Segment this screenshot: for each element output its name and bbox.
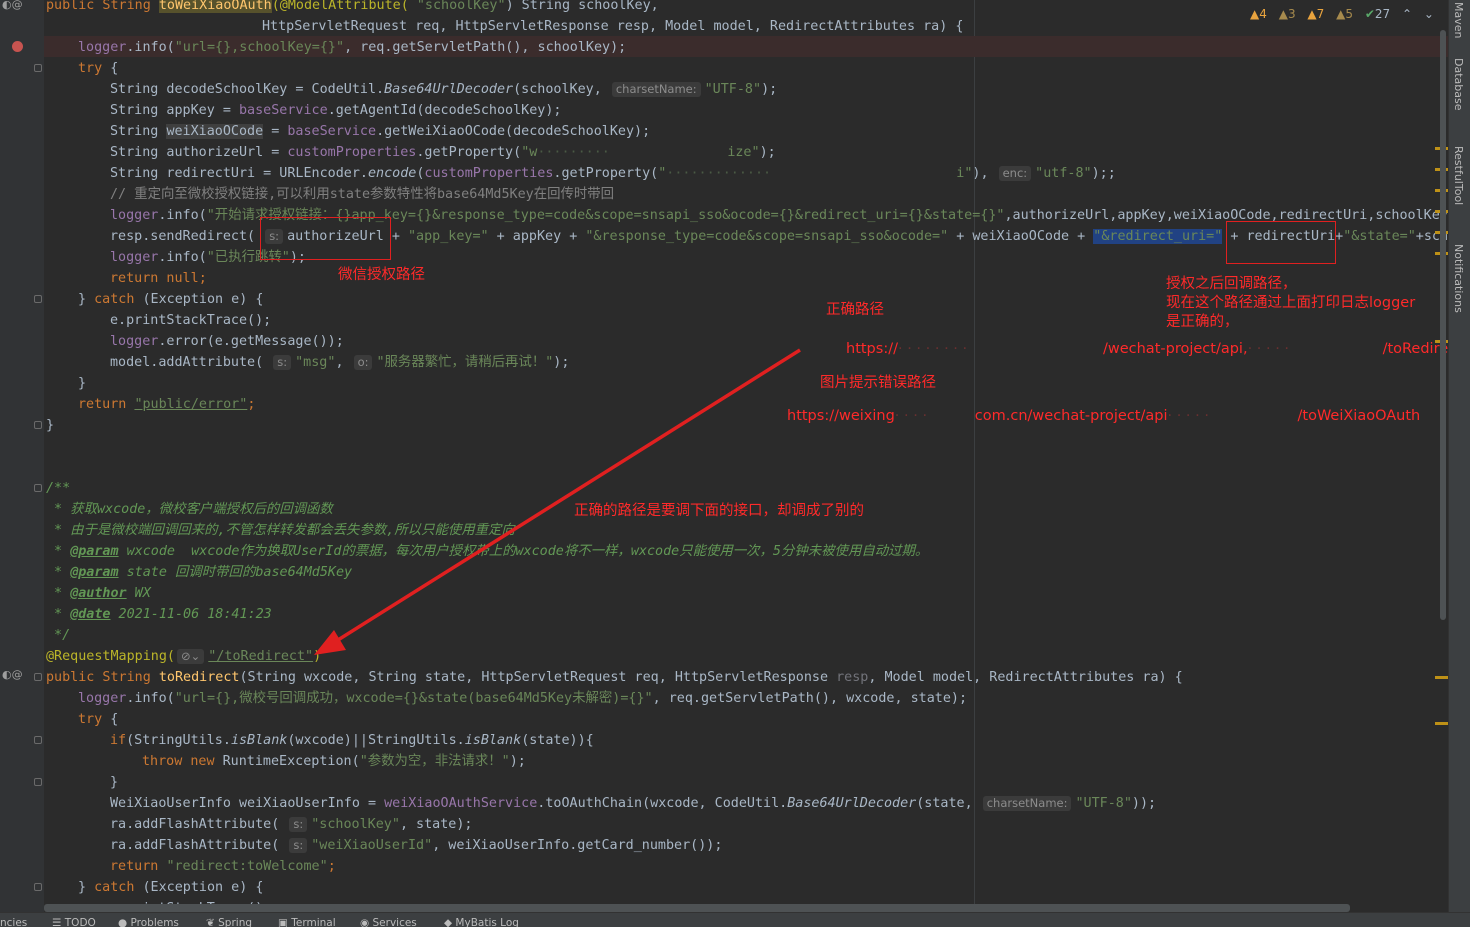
annotation-correct-path: 正确路径 (826, 302, 884, 318)
weak-warning-count[interactable]: ▲5 (1336, 7, 1353, 21)
tool-tab-database[interactable]: Database (1452, 58, 1465, 111)
weak-warning-count[interactable]: ▲3 (1279, 7, 1296, 21)
code-editor[interactable]: ◐@ ◐@ public String toWeiXiaoOAuth(@Mode… (0, 0, 1448, 912)
tool-tab-restfultool[interactable]: RestfulTool (1452, 146, 1465, 205)
next-issue-icon[interactable]: ⌄ (1424, 7, 1434, 21)
annotation-callback-path: 授权之后回调路径， 现在这个路径通过上面打印日志logger 是正确的， (1166, 276, 1416, 330)
prev-issue-icon[interactable]: ⌃ (1402, 7, 1412, 21)
annotation-wechat-path: 微信授权路径 (338, 267, 425, 283)
warning-count[interactable]: ▲7 (1307, 7, 1324, 21)
right-tool-strip[interactable]: Maven Database RestfulTool Notifications (1448, 0, 1470, 912)
horizontal-scrollbar[interactable] (44, 904, 1350, 912)
annotation-error-url: https://weixing· · · · com.cn/wechat-proj… (787, 408, 1421, 424)
inspection-widget[interactable]: ▲4 ▲3 ▲7 ▲5 ✔27 ⌃ ⌄ (1250, 7, 1442, 23)
annotation-correct-url: https://· · · · · · · ·/wechat-project/a… (846, 341, 1448, 357)
annotation-arrow (314, 348, 801, 655)
error-stripe-mark[interactable] (1435, 722, 1448, 725)
check-count[interactable]: ✔27 (1365, 7, 1390, 21)
annotation-error-path: 图片提示错误路径 (820, 375, 936, 391)
tool-tab-maven[interactable]: Maven (1452, 2, 1465, 38)
tool-tab-notifications[interactable]: Notifications (1452, 244, 1465, 313)
annotation-explain: 正确的路径是要调下面的接口，却调成了别的 (574, 503, 864, 519)
vertical-scrollbar[interactable] (1440, 30, 1446, 620)
bottom-tool-bar[interactable]: ncies ☰ TODO ● Problems ❦ Spring ▣ Termi… (0, 912, 1470, 927)
error-stripe-mark[interactable] (1435, 676, 1448, 679)
warning-count[interactable]: ▲4 (1250, 7, 1267, 21)
